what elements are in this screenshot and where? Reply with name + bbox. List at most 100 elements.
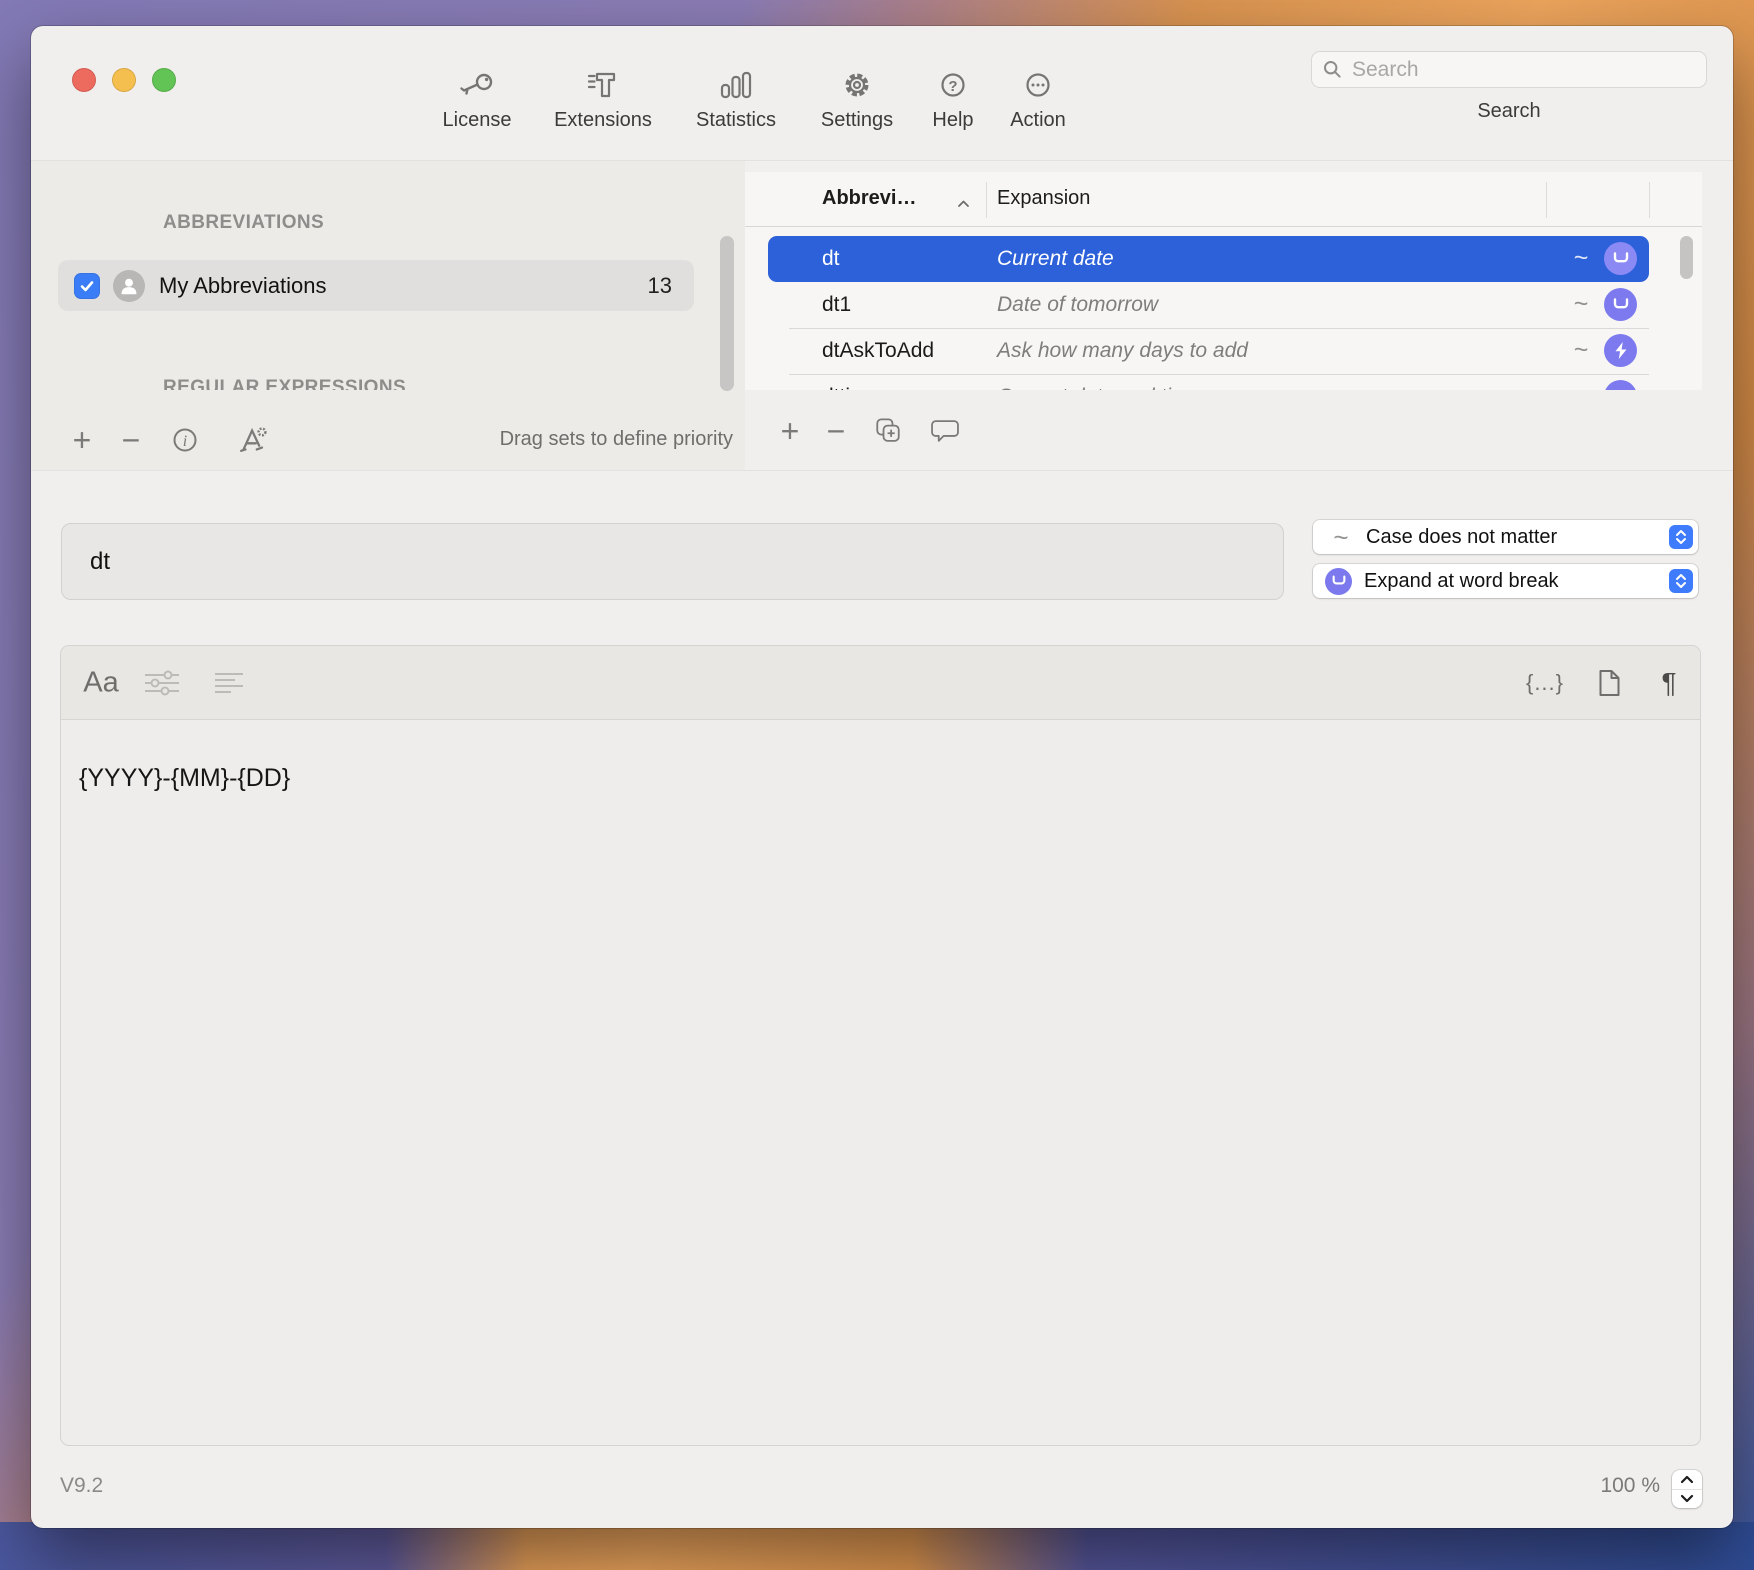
check-icon (78, 277, 96, 295)
adjustments-button[interactable] (139, 666, 185, 700)
svg-text:i: i (183, 433, 187, 450)
set-count: 13 (648, 273, 672, 299)
tilde-icon: ~ (1567, 282, 1595, 326)
text-format-button[interactable]: Aa (77, 666, 125, 699)
tilde-icon: ~ (1328, 522, 1354, 552)
remove-set-button[interactable]: − (114, 423, 148, 457)
column-header-abbreviation[interactable]: Abbrevi… (822, 187, 916, 210)
tilde-icon: ~ (1567, 328, 1595, 372)
svg-text:?: ? (948, 78, 957, 95)
add-abbreviation-button[interactable]: + (773, 414, 807, 448)
key-icon (457, 65, 497, 105)
section-abbreviations-label: ABBREVIATIONS (163, 212, 324, 234)
chevron-up-icon (1679, 1475, 1695, 1484)
extensions-icon (583, 65, 623, 105)
set-info-button[interactable]: i (168, 423, 202, 457)
drag-priority-hint: Drag sets to define priority (331, 428, 733, 451)
column-header-expansion[interactable]: Expansion (997, 187, 1090, 210)
row-abbreviation: dttime (822, 374, 879, 390)
row-expansion: Current date (997, 236, 1114, 282)
user-set-icon (113, 270, 145, 302)
zoom-increase-button[interactable] (1672, 1470, 1702, 1489)
popup-stepper-icon (1669, 525, 1693, 549)
toolbar-license-button[interactable]: License (417, 52, 537, 132)
section-divider (31, 470, 1733, 471)
row-expansion: Current date and time (997, 374, 1200, 390)
sidebar-scrollbar[interactable] (720, 236, 734, 391)
set-actions-button[interactable] (236, 423, 270, 457)
toolbar-item-label: License (443, 109, 512, 132)
row-abbreviation: dtAskToAdd (822, 328, 934, 374)
toolbar-extensions-button[interactable]: Extensions (543, 52, 663, 132)
zoom-percent-label: 100 % (1460, 1474, 1660, 1498)
set-enabled-checkbox[interactable] (74, 273, 100, 299)
help-icon: ? (933, 65, 973, 105)
row-expansion: Date of tomorrow (997, 282, 1158, 328)
lightning-icon (1604, 334, 1637, 367)
close-button[interactable] (72, 68, 96, 92)
search-field[interactable] (1311, 51, 1707, 88)
column-divider[interactable] (1649, 182, 1650, 218)
bar-chart-icon (716, 65, 756, 105)
add-set-button[interactable]: + (65, 423, 99, 457)
word-break-icon (1325, 568, 1352, 595)
toolbar-item-label: Statistics (696, 109, 776, 132)
sort-ascending-icon (957, 195, 970, 213)
abbreviations-table: Abbrevi… Expansion dt Current date ~ dt1… (745, 172, 1702, 390)
toolbar-action-button[interactable]: Action (978, 52, 1098, 132)
tilde-icon: ~ (1567, 374, 1595, 390)
gear-icon (837, 65, 877, 105)
column-divider[interactable] (986, 182, 987, 218)
search-icon (1322, 59, 1343, 80)
toolbar-statistics-button[interactable]: Statistics (676, 52, 796, 132)
case-popup-value: Case does not matter (1366, 526, 1557, 549)
section-regex-label: REGULAR EXPRESSIONS (163, 377, 406, 390)
tilde-icon: ~ (1567, 236, 1595, 280)
row-abbreviation: dt1 (822, 282, 851, 328)
expand-popup[interactable]: Expand at word break (1313, 564, 1698, 598)
expansion-text-area[interactable]: {YYYY}-{MM}-{DD} (61, 720, 1700, 793)
zoom-window-button[interactable] (152, 68, 176, 92)
document-button[interactable] (1594, 666, 1624, 700)
search-toolbar-label: Search (1439, 100, 1579, 123)
sidebar-item-my-abbreviations[interactable]: My Abbreviations 13 (58, 260, 694, 311)
zoom-stepper[interactable] (1672, 1470, 1702, 1508)
table-row-dtasktoadd[interactable]: dtAskToAdd Ask how many days to add ~ (745, 328, 1702, 374)
table-scrollbar[interactable] (1680, 236, 1693, 279)
version-label: V9.2 (60, 1474, 103, 1498)
comment-button[interactable] (928, 414, 962, 448)
alignment-button[interactable] (209, 666, 249, 700)
minimize-button[interactable] (112, 68, 136, 92)
word-break-icon (1604, 242, 1637, 275)
speech-bubble-icon (928, 413, 962, 449)
wallpaper-bottom-gradient (0, 1522, 1754, 1570)
toolbar-item-label: Help (932, 109, 973, 132)
ellipsis-circle-icon (1018, 65, 1058, 105)
format-actions-icon (236, 422, 270, 458)
table-row-dt1[interactable]: dt1 Date of tomorrow ~ (745, 282, 1702, 328)
toolbar-item-label: Settings (821, 109, 893, 132)
show-invisibles-button[interactable]: ¶ (1655, 667, 1683, 699)
row-expansion: Ask how many days to add (997, 328, 1248, 374)
sets-list: ABBREVIATIONS My Abbreviations 13 REGULA… (31, 161, 745, 390)
case-popup[interactable]: ~ Case does not matter (1313, 520, 1698, 554)
table-header: Abbrevi… Expansion (745, 172, 1702, 227)
abbreviation-field (61, 523, 1284, 600)
remove-abbreviation-button[interactable]: − (819, 414, 853, 448)
editor-toolbar: Aa {...} ¶ (61, 646, 1700, 720)
info-icon: i (168, 423, 202, 457)
column-divider[interactable] (1546, 182, 1547, 218)
insert-marker-button[interactable]: {...} (1513, 670, 1577, 696)
abbreviation-input[interactable] (88, 547, 1242, 577)
popup-stepper-icon (1669, 569, 1693, 593)
expansion-editor: Aa {...} ¶ {YYYY}-{MM}-{DD} (60, 645, 1701, 1446)
sets-sidebar: ABBREVIATIONS My Abbreviations 13 REGULA… (31, 161, 745, 470)
zoom-decrease-button[interactable] (1672, 1490, 1702, 1509)
duplicate-abbreviation-button[interactable] (871, 414, 905, 448)
set-name: My Abbreviations (159, 273, 327, 299)
sliders-icon (139, 666, 185, 700)
expand-popup-value: Expand at word break (1364, 570, 1559, 593)
table-row-dttime[interactable]: dttime Current date and time ~ (745, 374, 1702, 390)
search-input[interactable] (1350, 57, 1696, 83)
table-row-dt[interactable]: dt Current date ~ (745, 236, 1702, 282)
